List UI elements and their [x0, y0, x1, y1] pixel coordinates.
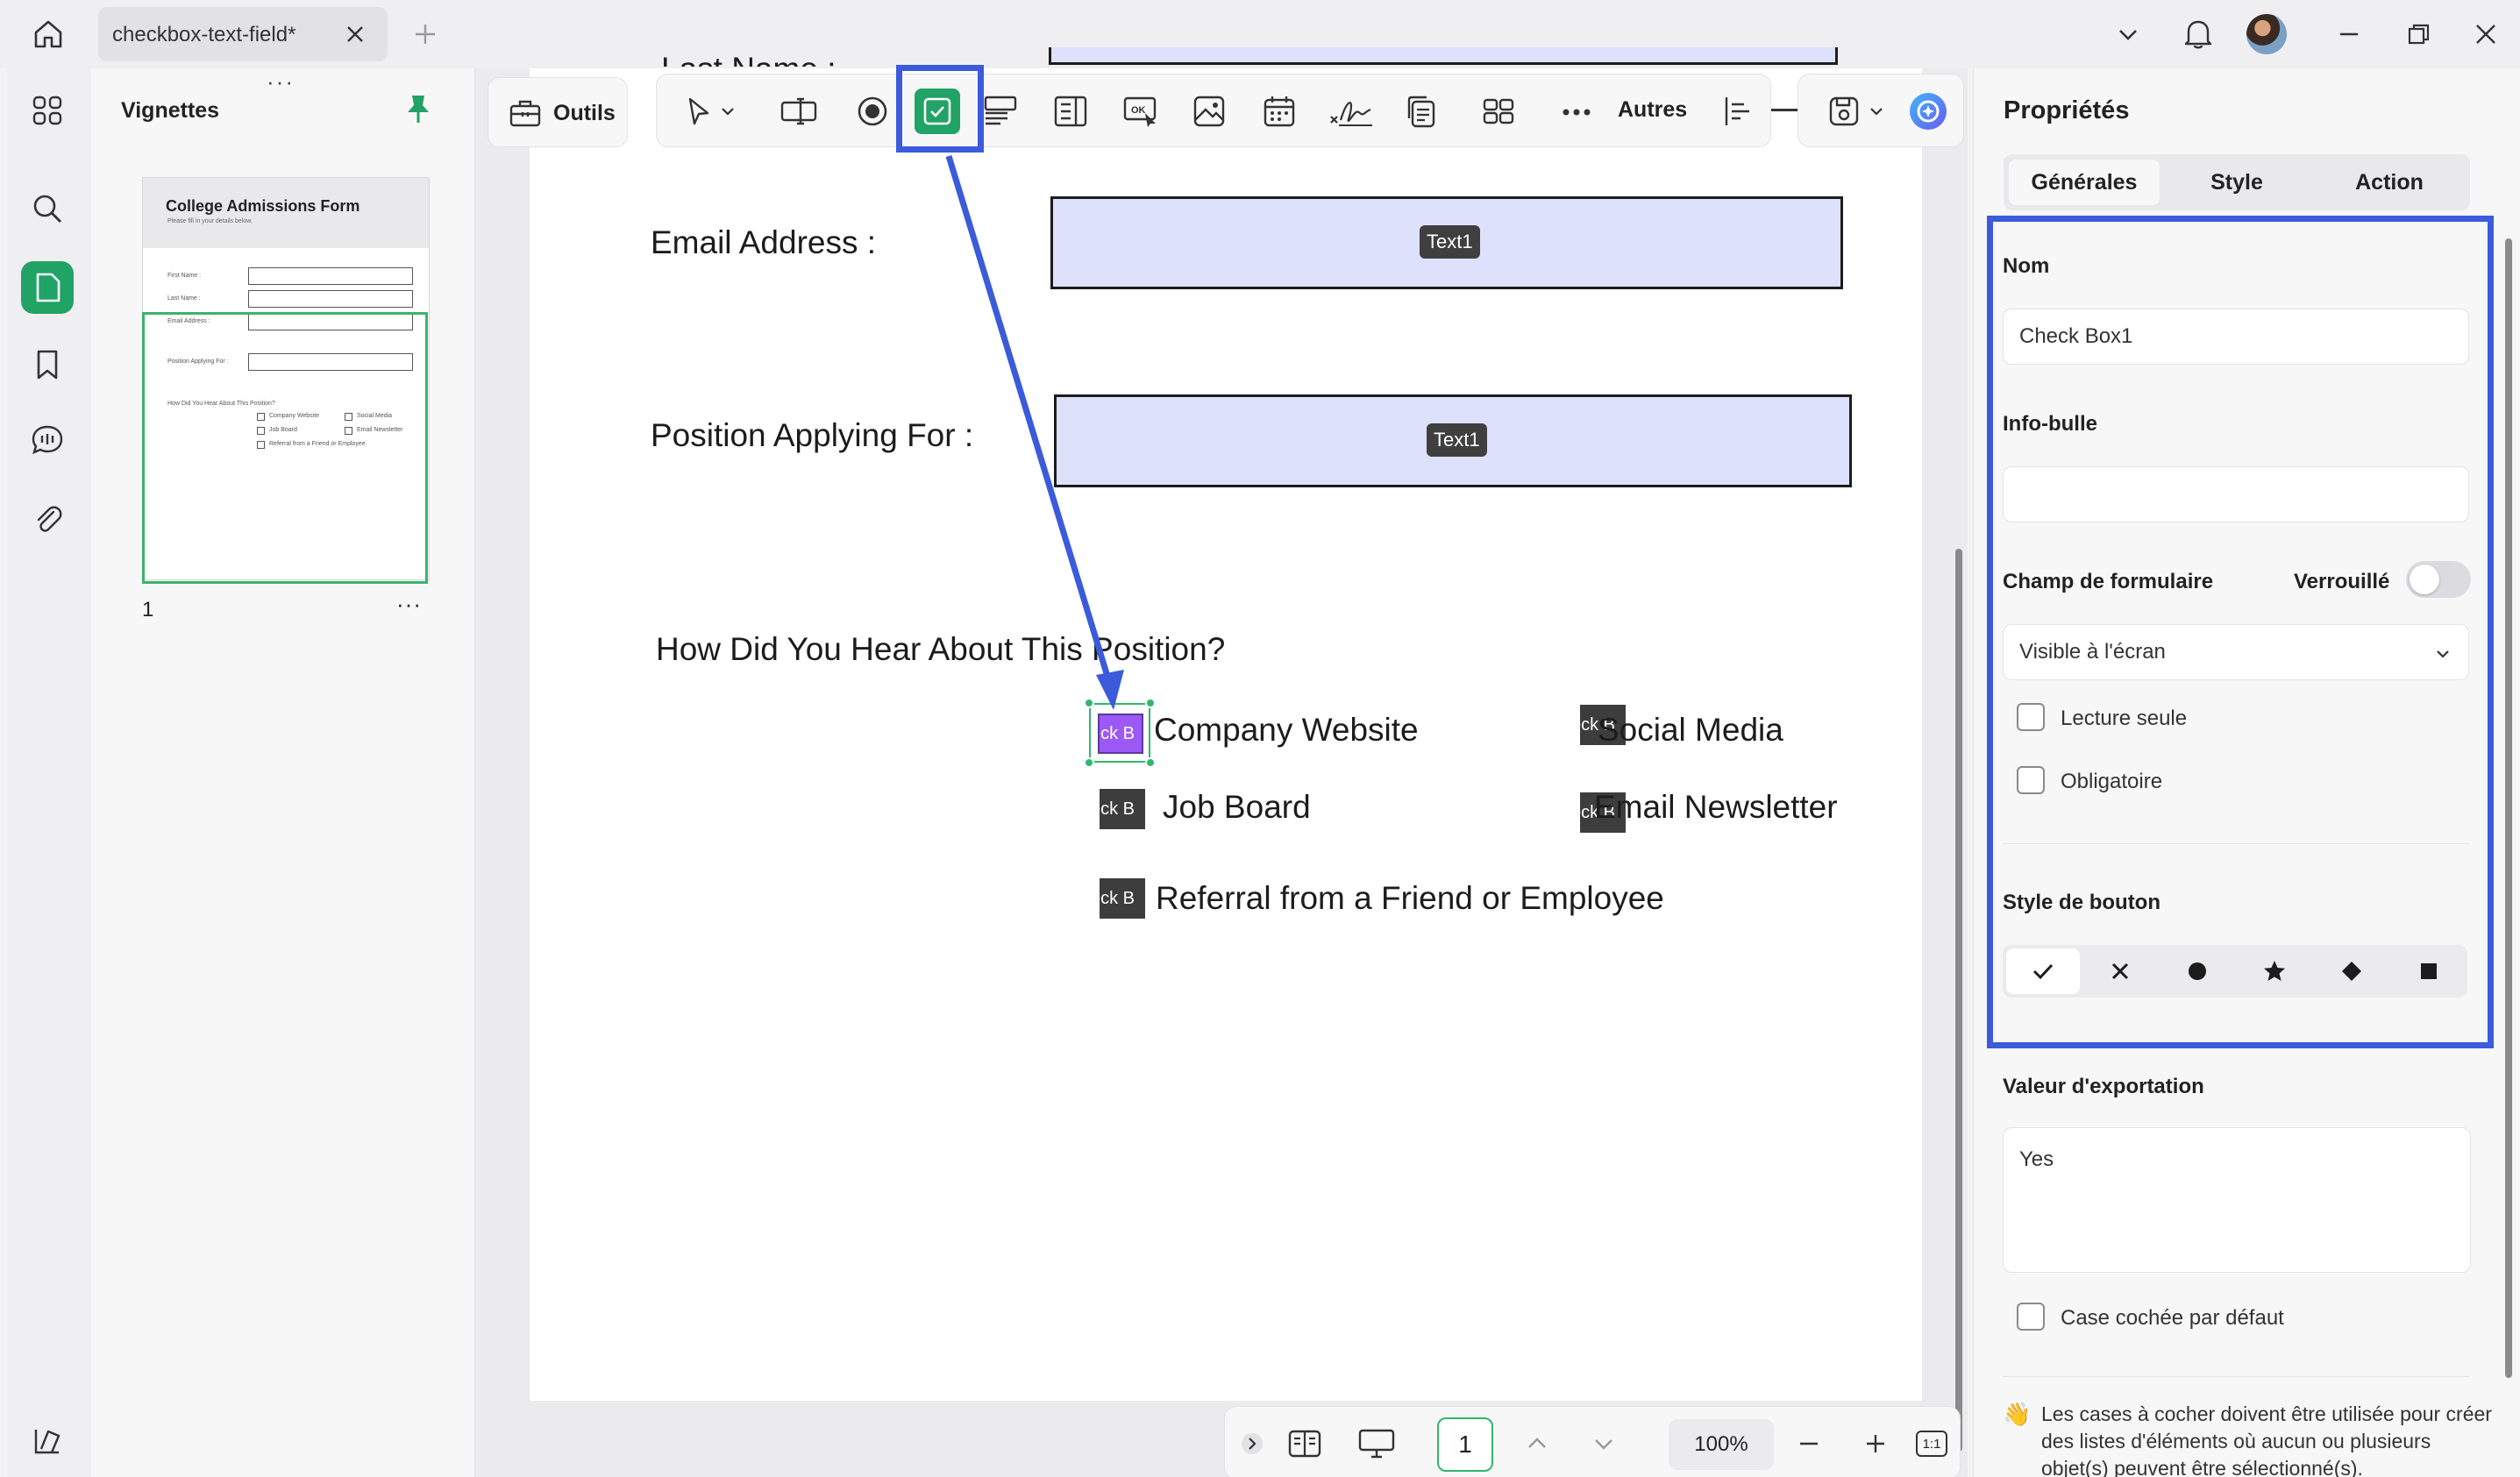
default-checked-checkbox[interactable] [2017, 1303, 2045, 1331]
zoom-in-icon[interactable] [1858, 1419, 1893, 1468]
chevron-down-icon[interactable] [1586, 1419, 1621, 1468]
export-value-input[interactable]: Yes [2003, 1127, 2471, 1273]
page-number-input[interactable]: 1 [1437, 1417, 1493, 1472]
expand-icon[interactable] [1239, 1419, 1265, 1468]
tab-style[interactable]: Style [2161, 160, 2312, 205]
actual-size-label: 1:1 [1916, 1431, 1947, 1457]
export-value-label: Valeur d'exportation [2003, 1075, 2204, 1098]
default-checked-label: Case cochée par défaut [2061, 1306, 2284, 1330]
reading-mode-icon[interactable] [1283, 1419, 1327, 1468]
zoom-out-icon[interactable] [1791, 1419, 1826, 1468]
zoom-level[interactable]: 100% [1669, 1419, 1774, 1470]
highlight-general-properties [1987, 216, 2494, 1048]
presentation-icon[interactable] [1355, 1419, 1399, 1468]
section-divider [2003, 1376, 2469, 1377]
actual-size-button[interactable]: 1:1 [1912, 1419, 1951, 1468]
tab-action[interactable]: Action [2314, 160, 2465, 205]
bottom-bar: 1 100% 1:1 [1224, 1406, 1961, 1477]
info-note: Les cases à cocher doivent être utilisée… [2041, 1402, 2492, 1477]
waving-hand-icon: 👋 [2003, 1401, 2032, 1427]
tab-general[interactable]: Générales [2009, 160, 2160, 205]
panel-title: Propriétés [2004, 96, 2130, 124]
properties-scrollbar[interactable] [2505, 238, 2512, 1378]
chevron-up-icon[interactable] [1520, 1419, 1555, 1468]
properties-tabs: Générales Style Action [2004, 154, 2470, 210]
